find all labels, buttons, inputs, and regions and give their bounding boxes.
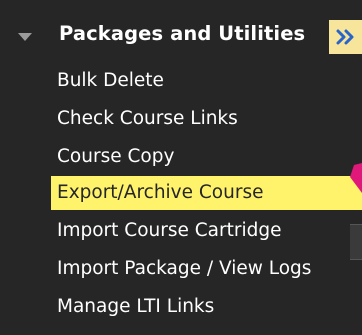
caret-down-icon[interactable]: [18, 33, 32, 41]
annotation-arrow-icon: [350, 163, 362, 195]
course-management-panel: Packages and Utilities Bulk Delete Check…: [0, 0, 362, 335]
section-title[interactable]: Packages and Utilities: [59, 22, 305, 45]
packages-utilities-header[interactable]: Packages and Utilities: [0, 12, 362, 58]
menu-item-import-course-cartridge[interactable]: Import Course Cartridge: [51, 214, 287, 248]
menu-item-import-package-view-logs[interactable]: Import Package / View Logs: [51, 252, 317, 286]
menu-item-course-copy[interactable]: Course Copy: [51, 140, 180, 174]
menu-item-check-course-links[interactable]: Check Course Links: [51, 102, 244, 136]
double-chevron-right-icon: [336, 29, 353, 45]
menu-item-bulk-delete[interactable]: Bulk Delete: [51, 64, 170, 98]
expand-menu-button[interactable]: [329, 20, 362, 54]
menu-item-export-archive-course[interactable]: Export/Archive Course: [51, 176, 362, 210]
overlay-fragment: [350, 224, 362, 260]
panel-bottom-edge: [0, 328, 362, 335]
menu-item-manage-lti-links[interactable]: Manage LTI Links: [51, 290, 220, 324]
